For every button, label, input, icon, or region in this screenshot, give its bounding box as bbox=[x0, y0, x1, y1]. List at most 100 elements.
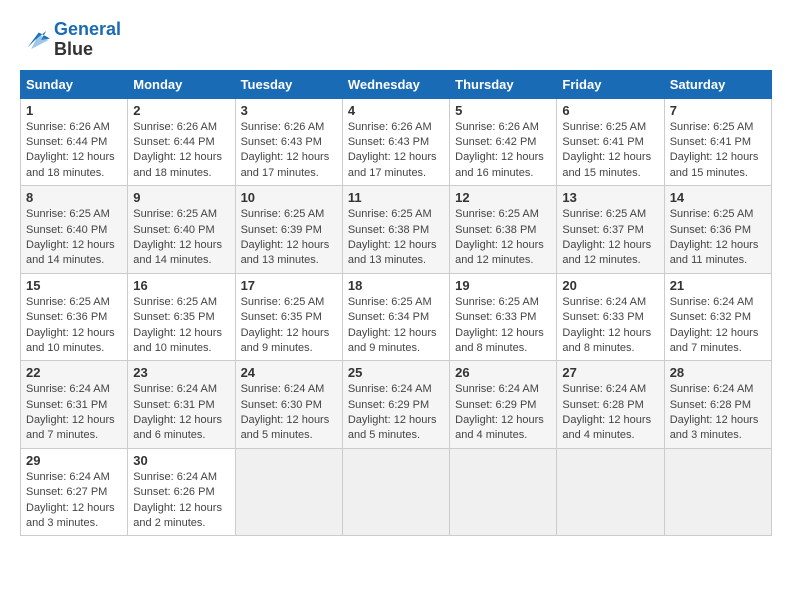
day-number: 5 bbox=[455, 103, 551, 118]
day-number: 25 bbox=[348, 365, 444, 380]
calendar-week-4: 22 Sunrise: 6:24 AM Sunset: 6:31 PM Dayl… bbox=[21, 361, 772, 449]
calendar-day: 19 Sunrise: 6:25 AM Sunset: 6:33 PM Dayl… bbox=[450, 273, 557, 361]
day-number: 21 bbox=[670, 278, 766, 293]
day-info: Sunrise: 6:25 AM Sunset: 6:36 PM Dayligh… bbox=[26, 295, 122, 357]
day-number: 22 bbox=[26, 365, 122, 380]
calendar-day bbox=[664, 448, 771, 536]
day-number: 12 bbox=[455, 190, 551, 205]
day-number: 18 bbox=[348, 278, 444, 293]
calendar-day: 14 Sunrise: 6:25 AM Sunset: 6:36 PM Dayl… bbox=[664, 186, 771, 274]
day-number: 20 bbox=[562, 278, 658, 293]
calendar-day: 28 Sunrise: 6:24 AM Sunset: 6:28 PM Dayl… bbox=[664, 361, 771, 449]
day-info: Sunrise: 6:25 AM Sunset: 6:41 PM Dayligh… bbox=[562, 120, 658, 182]
header-saturday: Saturday bbox=[664, 70, 771, 98]
header-monday: Monday bbox=[128, 70, 235, 98]
calendar-day: 25 Sunrise: 6:24 AM Sunset: 6:29 PM Dayl… bbox=[342, 361, 449, 449]
day-info: Sunrise: 6:26 AM Sunset: 6:42 PM Dayligh… bbox=[455, 120, 551, 182]
day-info: Sunrise: 6:25 AM Sunset: 6:40 PM Dayligh… bbox=[133, 207, 229, 269]
calendar-day: 20 Sunrise: 6:24 AM Sunset: 6:33 PM Dayl… bbox=[557, 273, 664, 361]
day-number: 9 bbox=[133, 190, 229, 205]
calendar-day bbox=[342, 448, 449, 536]
day-number: 24 bbox=[241, 365, 337, 380]
day-info: Sunrise: 6:25 AM Sunset: 6:37 PM Dayligh… bbox=[562, 207, 658, 269]
day-number: 2 bbox=[133, 103, 229, 118]
day-number: 16 bbox=[133, 278, 229, 293]
day-info: Sunrise: 6:25 AM Sunset: 6:38 PM Dayligh… bbox=[455, 207, 551, 269]
day-info: Sunrise: 6:25 AM Sunset: 6:38 PM Dayligh… bbox=[348, 207, 444, 269]
day-info: Sunrise: 6:24 AM Sunset: 6:33 PM Dayligh… bbox=[562, 295, 658, 357]
day-info: Sunrise: 6:24 AM Sunset: 6:31 PM Dayligh… bbox=[133, 382, 229, 444]
calendar-day: 10 Sunrise: 6:25 AM Sunset: 6:39 PM Dayl… bbox=[235, 186, 342, 274]
day-number: 15 bbox=[26, 278, 122, 293]
calendar-day: 24 Sunrise: 6:24 AM Sunset: 6:30 PM Dayl… bbox=[235, 361, 342, 449]
calendar-day: 7 Sunrise: 6:25 AM Sunset: 6:41 PM Dayli… bbox=[664, 98, 771, 186]
calendar-day: 16 Sunrise: 6:25 AM Sunset: 6:35 PM Dayl… bbox=[128, 273, 235, 361]
day-number: 17 bbox=[241, 278, 337, 293]
calendar-day: 13 Sunrise: 6:25 AM Sunset: 6:37 PM Dayl… bbox=[557, 186, 664, 274]
logo-text: GeneralBlue bbox=[54, 20, 121, 60]
day-number: 26 bbox=[455, 365, 551, 380]
day-info: Sunrise: 6:26 AM Sunset: 6:44 PM Dayligh… bbox=[26, 120, 122, 182]
calendar-week-1: 1 Sunrise: 6:26 AM Sunset: 6:44 PM Dayli… bbox=[21, 98, 772, 186]
calendar-week-3: 15 Sunrise: 6:25 AM Sunset: 6:36 PM Dayl… bbox=[21, 273, 772, 361]
calendar-day: 23 Sunrise: 6:24 AM Sunset: 6:31 PM Dayl… bbox=[128, 361, 235, 449]
day-number: 19 bbox=[455, 278, 551, 293]
calendar-day: 3 Sunrise: 6:26 AM Sunset: 6:43 PM Dayli… bbox=[235, 98, 342, 186]
day-info: Sunrise: 6:25 AM Sunset: 6:35 PM Dayligh… bbox=[241, 295, 337, 357]
day-info: Sunrise: 6:25 AM Sunset: 6:41 PM Dayligh… bbox=[670, 120, 766, 182]
calendar-day: 22 Sunrise: 6:24 AM Sunset: 6:31 PM Dayl… bbox=[21, 361, 128, 449]
day-number: 23 bbox=[133, 365, 229, 380]
calendar-day: 2 Sunrise: 6:26 AM Sunset: 6:44 PM Dayli… bbox=[128, 98, 235, 186]
header-sunday: Sunday bbox=[21, 70, 128, 98]
day-info: Sunrise: 6:25 AM Sunset: 6:36 PM Dayligh… bbox=[670, 207, 766, 269]
calendar-day bbox=[235, 448, 342, 536]
calendar-day: 6 Sunrise: 6:25 AM Sunset: 6:41 PM Dayli… bbox=[557, 98, 664, 186]
calendar-day bbox=[557, 448, 664, 536]
calendar-day: 1 Sunrise: 6:26 AM Sunset: 6:44 PM Dayli… bbox=[21, 98, 128, 186]
calendar-day: 17 Sunrise: 6:25 AM Sunset: 6:35 PM Dayl… bbox=[235, 273, 342, 361]
day-info: Sunrise: 6:25 AM Sunset: 6:33 PM Dayligh… bbox=[455, 295, 551, 357]
day-number: 8 bbox=[26, 190, 122, 205]
calendar-day: 5 Sunrise: 6:26 AM Sunset: 6:42 PM Dayli… bbox=[450, 98, 557, 186]
calendar-day: 11 Sunrise: 6:25 AM Sunset: 6:38 PM Dayl… bbox=[342, 186, 449, 274]
day-info: Sunrise: 6:25 AM Sunset: 6:39 PM Dayligh… bbox=[241, 207, 337, 269]
day-info: Sunrise: 6:26 AM Sunset: 6:44 PM Dayligh… bbox=[133, 120, 229, 182]
logo-icon bbox=[20, 25, 50, 55]
day-number: 6 bbox=[562, 103, 658, 118]
day-info: Sunrise: 6:24 AM Sunset: 6:29 PM Dayligh… bbox=[348, 382, 444, 444]
day-number: 3 bbox=[241, 103, 337, 118]
day-info: Sunrise: 6:25 AM Sunset: 6:34 PM Dayligh… bbox=[348, 295, 444, 357]
calendar-day: 26 Sunrise: 6:24 AM Sunset: 6:29 PM Dayl… bbox=[450, 361, 557, 449]
header-friday: Friday bbox=[557, 70, 664, 98]
day-info: Sunrise: 6:24 AM Sunset: 6:28 PM Dayligh… bbox=[562, 382, 658, 444]
calendar-day: 15 Sunrise: 6:25 AM Sunset: 6:36 PM Dayl… bbox=[21, 273, 128, 361]
day-info: Sunrise: 6:26 AM Sunset: 6:43 PM Dayligh… bbox=[348, 120, 444, 182]
day-info: Sunrise: 6:24 AM Sunset: 6:29 PM Dayligh… bbox=[455, 382, 551, 444]
calendar-week-5: 29 Sunrise: 6:24 AM Sunset: 6:27 PM Dayl… bbox=[21, 448, 772, 536]
day-number: 10 bbox=[241, 190, 337, 205]
day-info: Sunrise: 6:25 AM Sunset: 6:40 PM Dayligh… bbox=[26, 207, 122, 269]
calendar-day: 30 Sunrise: 6:24 AM Sunset: 6:26 PM Dayl… bbox=[128, 448, 235, 536]
calendar-day: 12 Sunrise: 6:25 AM Sunset: 6:38 PM Dayl… bbox=[450, 186, 557, 274]
day-number: 11 bbox=[348, 190, 444, 205]
calendar-day: 9 Sunrise: 6:25 AM Sunset: 6:40 PM Dayli… bbox=[128, 186, 235, 274]
calendar-week-2: 8 Sunrise: 6:25 AM Sunset: 6:40 PM Dayli… bbox=[21, 186, 772, 274]
day-info: Sunrise: 6:24 AM Sunset: 6:28 PM Dayligh… bbox=[670, 382, 766, 444]
page-header: GeneralBlue bbox=[20, 20, 772, 60]
calendar-day bbox=[450, 448, 557, 536]
header-wednesday: Wednesday bbox=[342, 70, 449, 98]
calendar-table: SundayMondayTuesdayWednesdayThursdayFrid… bbox=[20, 70, 772, 537]
day-number: 28 bbox=[670, 365, 766, 380]
calendar-day: 18 Sunrise: 6:25 AM Sunset: 6:34 PM Dayl… bbox=[342, 273, 449, 361]
day-info: Sunrise: 6:24 AM Sunset: 6:26 PM Dayligh… bbox=[133, 470, 229, 532]
day-number: 14 bbox=[670, 190, 766, 205]
day-number: 13 bbox=[562, 190, 658, 205]
day-number: 7 bbox=[670, 103, 766, 118]
calendar-day: 29 Sunrise: 6:24 AM Sunset: 6:27 PM Dayl… bbox=[21, 448, 128, 536]
calendar-day: 21 Sunrise: 6:24 AM Sunset: 6:32 PM Dayl… bbox=[664, 273, 771, 361]
logo: GeneralBlue bbox=[20, 20, 121, 60]
day-info: Sunrise: 6:26 AM Sunset: 6:43 PM Dayligh… bbox=[241, 120, 337, 182]
day-info: Sunrise: 6:24 AM Sunset: 6:31 PM Dayligh… bbox=[26, 382, 122, 444]
calendar-day: 4 Sunrise: 6:26 AM Sunset: 6:43 PM Dayli… bbox=[342, 98, 449, 186]
day-number: 29 bbox=[26, 453, 122, 468]
